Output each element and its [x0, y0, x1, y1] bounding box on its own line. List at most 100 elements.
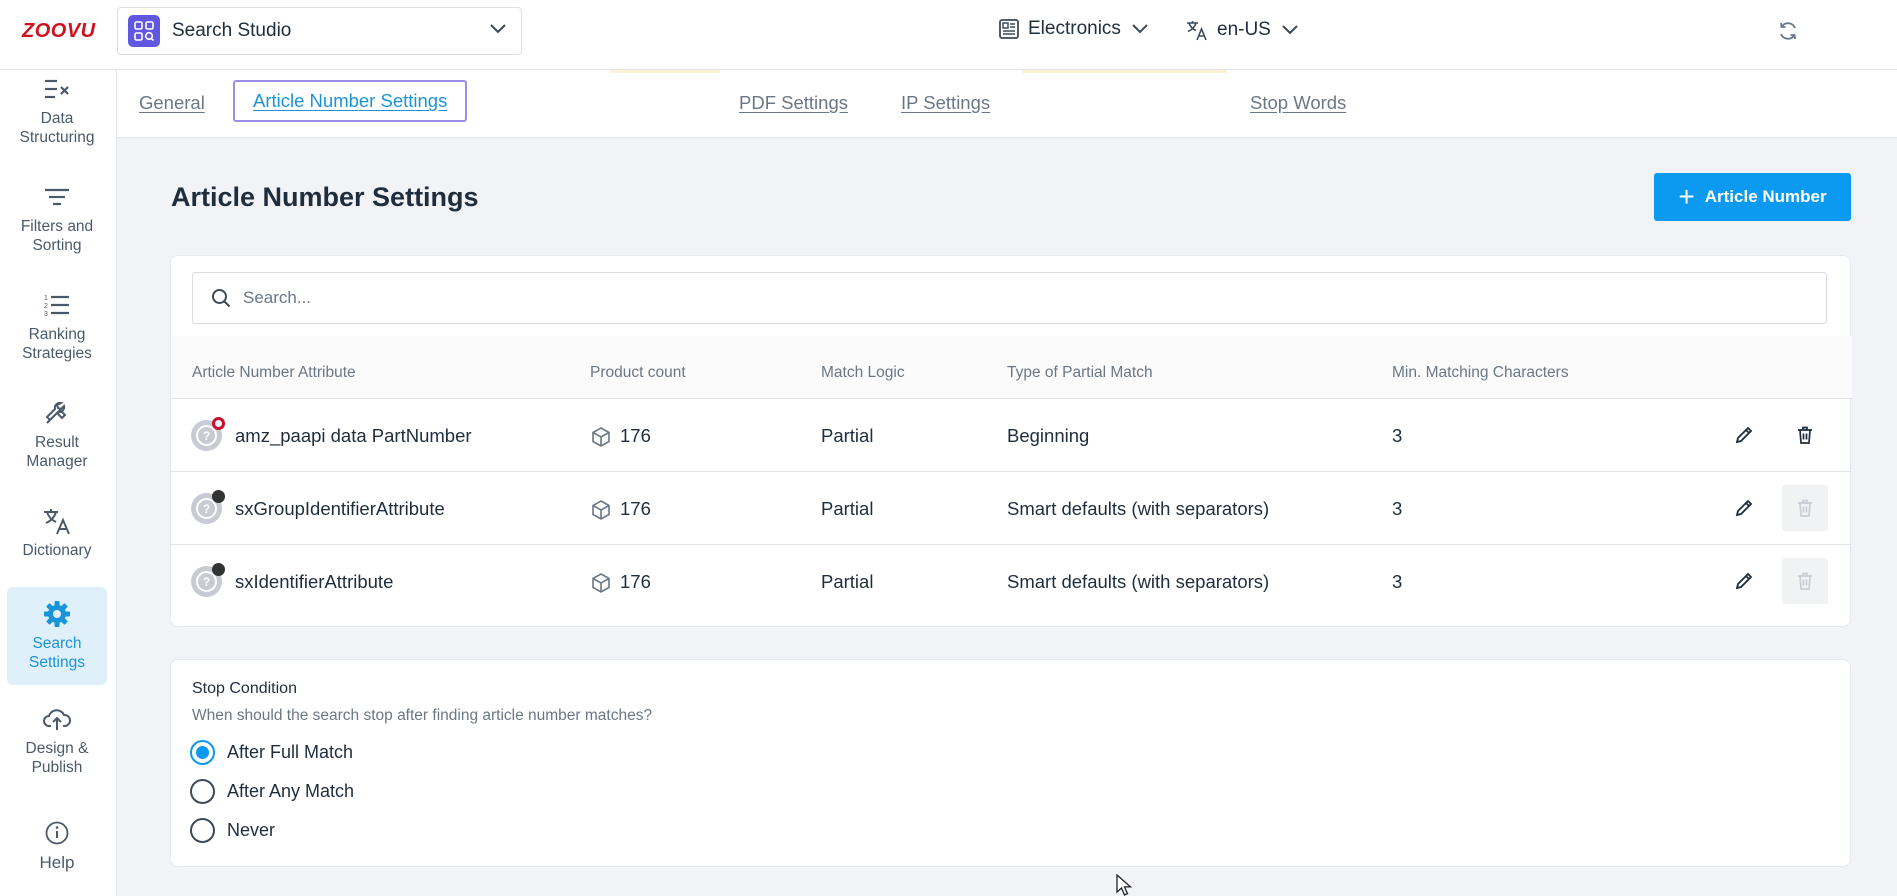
chevron-down-icon: [1132, 24, 1148, 34]
min-matching-characters: 3: [1392, 425, 1403, 446]
column-header[interactable]: Article Number Attribute: [192, 364, 356, 382]
app-name: Search Studio: [172, 20, 292, 41]
radio-selected-indicator[interactable]: [190, 740, 215, 765]
min-matching-characters: 3: [1392, 498, 1403, 519]
edit-button[interactable]: [1721, 485, 1767, 531]
translate-icon: [42, 506, 72, 536]
radio-indicator[interactable]: [190, 779, 215, 804]
search-studio-icon: [128, 15, 160, 47]
ranking-list-icon: 123: [43, 290, 71, 320]
top-bar: ZOOVU Search Studio Electronics en-US: [0, 0, 1897, 70]
sidebar-item-label: Result Manager: [26, 434, 88, 470]
sidebar-item-ranking-strategies[interactable]: 123 Ranking Strategies: [7, 290, 107, 363]
status-dot: [212, 417, 225, 430]
status-dot: [212, 490, 225, 503]
status-dot: [212, 563, 225, 576]
edit-button[interactable]: [1721, 558, 1767, 604]
plus-icon: +: [1678, 181, 1695, 212]
edit-button[interactable]: [1721, 412, 1767, 458]
pencil-icon: [1735, 426, 1753, 444]
catalog-label: Electronics: [1028, 18, 1121, 39]
tab-stop-words[interactable]: Stop Words: [1250, 92, 1346, 114]
sidebar-item-result-manager[interactable]: Result Manager: [7, 398, 107, 471]
sidebar-item-data-structuring[interactable]: Data Structuring: [7, 74, 107, 147]
radio-indicator[interactable]: [190, 818, 215, 843]
partial-match-type: Beginning: [1007, 425, 1090, 446]
table-row[interactable]: ? sxIdentifierAttribute 176 Partial Smar…: [171, 545, 1852, 618]
product-cube-icon: [592, 427, 610, 447]
attribute-name: sxIdentifierAttribute: [235, 571, 394, 592]
sidebar-item-filters-and-sorting[interactable]: Filters and Sorting: [7, 182, 107, 255]
tools-icon: [43, 398, 71, 428]
radio-never[interactable]: Never: [190, 818, 275, 843]
search-placeholder: Search...: [243, 288, 312, 307]
delete-button-disabled: [1782, 558, 1828, 604]
radio-label: Never: [227, 820, 276, 840]
product-cube-icon: [592, 500, 610, 520]
sidebar-item-label: Dictionary: [22, 542, 92, 559]
main-content: General Article Number Settings PDF Sett…: [117, 70, 1897, 896]
locale-label: en-US: [1217, 19, 1271, 40]
translate-icon: [1187, 21, 1207, 41]
column-header[interactable]: Match Logic: [821, 364, 905, 382]
refresh-icon[interactable]: [1777, 20, 1799, 42]
delete-button-disabled: [1782, 485, 1828, 531]
sidebar-item-design-publish[interactable]: Design & Publish: [7, 704, 107, 777]
match-logic: Partial: [821, 425, 874, 446]
catalog-icon: [999, 19, 1019, 39]
column-header[interactable]: Min. Matching Characters: [1392, 364, 1569, 382]
catalog-selector[interactable]: Electronics: [998, 18, 1149, 40]
add-button-label: Article Number: [1704, 187, 1827, 206]
info-icon: [44, 818, 70, 848]
attribute-name: sxGroupIdentifierAttribute: [235, 498, 445, 519]
min-matching-characters: 3: [1392, 571, 1403, 592]
svg-text:2: 2: [44, 303, 48, 310]
partial-match-type: Smart defaults (with separators): [1007, 498, 1270, 519]
sidebar-item-dictionary[interactable]: Dictionary: [7, 506, 107, 560]
pencil-icon: [1735, 499, 1753, 517]
table-row[interactable]: ? sxGroupIdentifierAttribute 176 Partial…: [171, 472, 1852, 545]
product-cube-icon: [592, 573, 610, 593]
match-logic: Partial: [821, 571, 874, 592]
sidebar-item-help[interactable]: Help: [7, 818, 107, 872]
sidebar: Data Structuring Filters and Sorting 123…: [0, 70, 117, 896]
sidebar-item-search-settings[interactable]: Search Settings: [7, 587, 107, 685]
tab-general[interactable]: General: [139, 92, 205, 114]
tab-ip-settings[interactable]: IP Settings: [901, 92, 990, 114]
chevron-down-icon: [490, 24, 506, 34]
data-structuring-icon: [43, 74, 71, 104]
page-title: Article Number Settings: [171, 182, 479, 212]
sidebar-item-label: Ranking Strategies: [22, 326, 92, 362]
table-row[interactable]: ? amz_paapi data PartNumber 176 Partial …: [171, 399, 1852, 472]
stop-condition-title: Stop Condition: [192, 680, 297, 697]
add-article-number-button[interactable]: + Article Number: [1654, 173, 1851, 221]
sidebar-item-label: Data Structuring: [19, 110, 95, 146]
column-header[interactable]: Type of Partial Match: [1007, 364, 1153, 382]
partial-match-type: Smart defaults (with separators): [1007, 571, 1270, 592]
search-icon: [212, 289, 231, 308]
delete-button[interactable]: [1782, 412, 1828, 458]
attribute-type-icon: ?: [191, 417, 225, 451]
tab-article-number-settings[interactable]: Article Number Settings: [233, 80, 468, 122]
sidebar-item-label: Filters and Sorting: [20, 218, 94, 254]
trash-icon: [1798, 426, 1812, 444]
search-input[interactable]: Search...: [192, 272, 1827, 324]
chevron-down-icon: [1282, 25, 1298, 35]
tab-pdf-settings[interactable]: PDF Settings: [739, 92, 848, 114]
zoovu-logo[interactable]: ZOOVU: [22, 20, 96, 43]
gear-icon: [42, 599, 72, 629]
radio-after-full-match[interactable]: After Full Match: [190, 740, 353, 765]
column-header[interactable]: Product count: [590, 364, 686, 382]
product-count: 176: [620, 425, 651, 446]
locale-selector[interactable]: en-US: [1185, 18, 1299, 42]
settings-tabs: General Article Number Settings PDF Sett…: [117, 70, 1897, 138]
mouse-cursor-icon: [1116, 874, 1133, 896]
app-selector[interactable]: Search Studio: [117, 7, 522, 55]
trash-icon: [1798, 499, 1812, 517]
product-count: 176: [620, 498, 651, 519]
radio-label: After Full Match: [227, 742, 354, 762]
radio-after-any-match[interactable]: After Any Match: [190, 779, 354, 804]
tab-accent: [1022, 70, 1227, 73]
cloud-upload-icon: [42, 704, 72, 734]
svg-text:1: 1: [44, 295, 48, 302]
